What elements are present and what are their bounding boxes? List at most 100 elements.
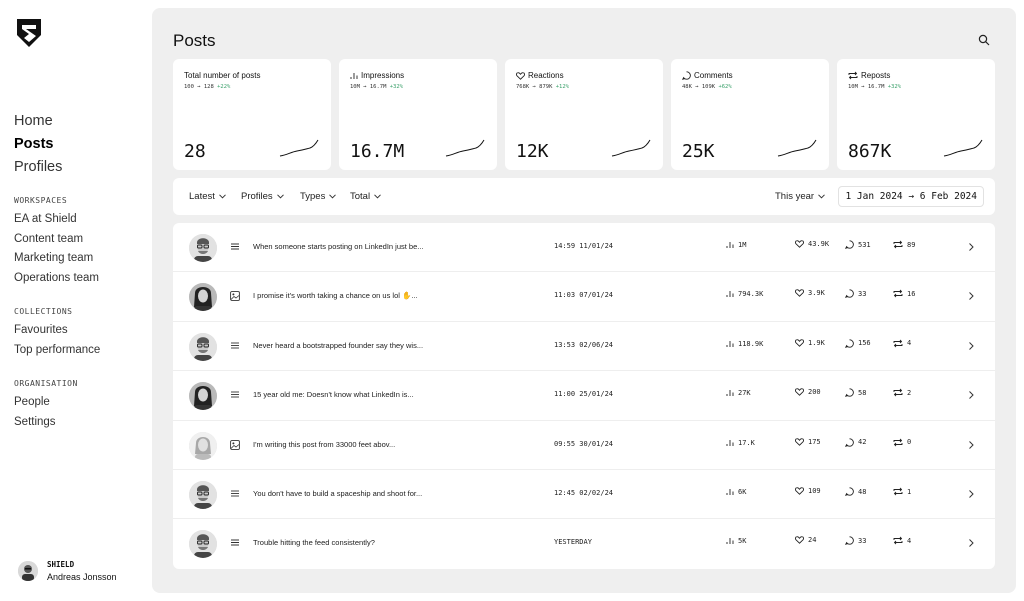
stat-label: Reposts [848, 71, 890, 80]
stat-card-impressions[interactable]: Impressions 10M → 16.7M +32% 16.7M [339, 59, 497, 170]
filter-total[interactable]: Total [350, 191, 381, 202]
comment-icon [845, 536, 854, 546]
heart-icon [795, 339, 804, 347]
post-row[interactable]: 15 year old me: Doesn't know what Linked… [173, 371, 995, 421]
nav-posts[interactable]: Posts [14, 133, 62, 156]
post-text: I'm writing this post from 33000 feet ab… [253, 439, 396, 449]
post-impressions: 17.K [726, 439, 755, 447]
chevron-right-icon[interactable] [967, 390, 975, 400]
workspace-item[interactable]: Operations team [14, 269, 99, 289]
post-time: 13:53 02/06/24 [554, 340, 614, 349]
filter-bar: Latest Profiles Types Total This year 1 … [173, 178, 995, 215]
organisation-section: ORGANISATION People Settings [14, 379, 78, 432]
stat-value: 16.7M [350, 141, 405, 162]
post-comments: 156 [845, 339, 871, 348]
chevron-right-icon[interactable] [967, 538, 975, 548]
stat-value: 25K [682, 141, 715, 162]
chevron-right-icon[interactable] [967, 341, 975, 351]
stat-change: 10M → 16.7M +32% [848, 84, 901, 90]
post-reposts: 1 [893, 487, 911, 496]
text-post-icon [231, 243, 239, 250]
repost-icon [893, 339, 903, 348]
text-post-icon [231, 391, 239, 398]
workspace-item[interactable]: EA at Shield [14, 210, 99, 230]
post-comments: 531 [845, 240, 871, 249]
stat-label: Total number of posts [184, 71, 261, 80]
bar-chart-icon [726, 439, 734, 446]
post-row[interactable]: I'm writing this post from 33000 feet ab… [173, 421, 995, 470]
post-impressions: 118.9K [726, 340, 763, 348]
chevron-right-icon[interactable] [967, 291, 975, 301]
avatar [189, 283, 217, 312]
bar-chart-icon [726, 538, 734, 545]
stat-card-comments[interactable]: Comments 48K → 109K +62% 25K [671, 59, 829, 170]
workspace-item[interactable]: Content team [14, 230, 99, 250]
post-row[interactable]: When someone starts posting on LinkedIn … [173, 223, 995, 273]
post-comments: 33 [845, 536, 866, 546]
repost-icon [893, 438, 903, 446]
repost-icon [893, 388, 903, 397]
stat-change: 48K → 109K +62% [682, 84, 732, 90]
stat-change: 100 → 128 +22% [184, 84, 231, 90]
period-select[interactable]: This year [775, 191, 825, 202]
post-row[interactable]: You don't have to build a spaceship and … [173, 470, 995, 520]
stats-row: Total number of posts 100 → 128 +22% 28 Imp… [173, 59, 995, 170]
collection-item[interactable]: Top performance [14, 341, 100, 361]
post-time: 14:59 11/01/24 [554, 242, 614, 250]
filter-label: Types [300, 191, 326, 202]
chevron-right-icon[interactable] [967, 489, 975, 499]
stat-card-total-number-of-posts[interactable]: Total number of posts 100 → 128 +22% 28 [173, 59, 331, 170]
post-reactions: 43.9K [795, 240, 829, 248]
heart-icon [795, 437, 804, 446]
post-text: You don't have to build a spaceship and … [253, 489, 423, 498]
post-reactions: 3.9K [795, 289, 825, 297]
stat-value: 867K [848, 141, 892, 162]
post-row[interactable]: Never heard a bootstrapped founder say t… [173, 322, 995, 372]
post-time: YESTERDAY [554, 538, 592, 547]
post-comments: 48 [845, 487, 866, 496]
sparkline-icon [777, 139, 817, 157]
chevron-down-icon [276, 194, 284, 199]
period-label: This year [775, 191, 815, 202]
nav-people[interactable]: People [14, 393, 78, 413]
avatar [189, 382, 217, 411]
search-icon[interactable] [978, 34, 990, 46]
stat-card-reposts[interactable]: Reposts 10M → 16.7M +32% 867K [837, 59, 995, 170]
workspace-item[interactable]: Marketing team [14, 249, 99, 269]
avatar [18, 561, 38, 581]
post-reposts: 89 [893, 240, 915, 249]
user-profile[interactable]: SHIELD Andreas Jonsson [18, 560, 117, 582]
section-title: ORGANISATION [14, 379, 78, 388]
stat-value: 28 [184, 141, 206, 162]
repost-icon [893, 240, 903, 249]
chevron-right-icon[interactable] [967, 440, 975, 450]
image-post-icon [230, 291, 240, 302]
post-comments: 58 [845, 388, 866, 398]
avatar [189, 234, 217, 262]
post-row[interactable]: I promise it's worth taking a chance on … [173, 272, 995, 322]
shield-logo-icon[interactable] [16, 18, 42, 48]
avatar [189, 431, 217, 460]
post-impressions: 1M [726, 241, 746, 249]
nav-settings[interactable]: Settings [14, 413, 78, 433]
repost-icon [893, 487, 903, 496]
stat-label: Impressions [350, 71, 404, 80]
post-row[interactable]: Trouble hitting the feed consistently? YE… [173, 519, 995, 568]
date-range-picker[interactable]: 1 Jan 2024 → 6 Feb 2024 [838, 186, 984, 207]
heart-icon [516, 71, 525, 80]
nav-home[interactable]: Home [14, 110, 62, 133]
bar-chart-icon [726, 242, 734, 248]
filter-profiles[interactable]: Profiles [241, 191, 284, 202]
repost-icon [893, 290, 903, 298]
nav-profiles[interactable]: Profiles [14, 156, 62, 179]
filter-latest[interactable]: Latest [189, 191, 226, 202]
filter-types[interactable]: Types [300, 191, 337, 202]
avatar [189, 530, 217, 559]
collection-item[interactable]: Favourites [14, 321, 100, 341]
avatar [189, 481, 217, 509]
post-impressions: 5K [726, 537, 746, 545]
chevron-right-icon[interactable] [967, 242, 975, 252]
stat-card-reactions[interactable]: Reactions 768K → 879K +12% 12K [505, 59, 663, 170]
post-time: 11:03 07/01/24 [554, 291, 614, 300]
chevron-down-icon [329, 194, 337, 199]
